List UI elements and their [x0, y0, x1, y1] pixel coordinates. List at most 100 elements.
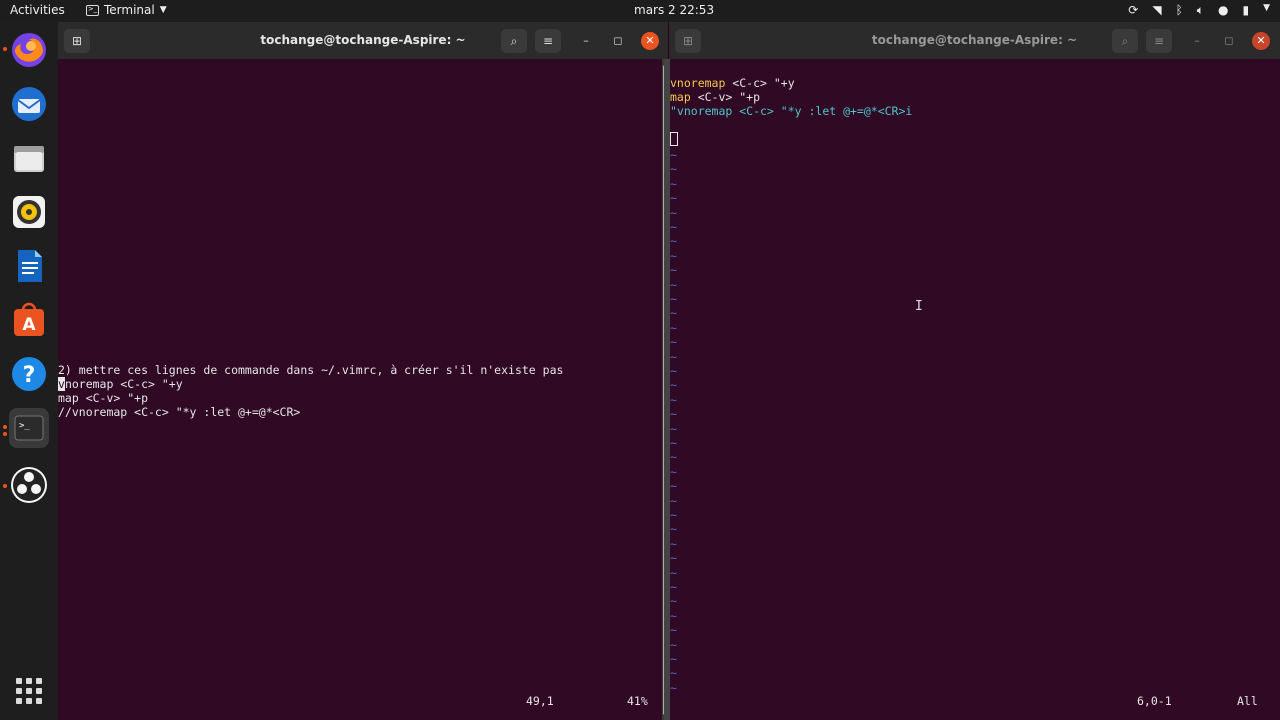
text-line: //vnoremap <C-c> "*y :let @+=@*<CR>: [58, 405, 301, 419]
tilde-marker: ~: [670, 191, 677, 206]
activities-button[interactable]: Activities: [10, 3, 65, 17]
tilde-marker: ~: [670, 292, 677, 306]
software-center-icon[interactable]: A: [9, 300, 49, 340]
hamburger-menu-icon[interactable]: ≡: [1146, 29, 1172, 53]
terminal-content[interactable]: 2) mettre ces lignes de commande dans ~/…: [58, 59, 668, 720]
tilde-marker: ~: [670, 234, 677, 249]
tilde-marker: ~: [670, 565, 677, 580]
text-line: vnoremap <C-c> "+y: [58, 377, 183, 391]
libreoffice-writer-icon[interactable]: [9, 246, 49, 286]
search-icon[interactable]: ⌕: [501, 29, 527, 53]
tilde-marker: ~: [670, 335, 677, 350]
tilde-marker: ~: [670, 364, 677, 378]
firefox-icon[interactable]: [9, 30, 49, 70]
tilde-marker: ~: [670, 666, 677, 681]
svg-text:>_: >_: [19, 421, 30, 431]
tilde-marker: ~: [670, 220, 677, 234]
window-titlebar[interactable]: ⊞ tochange@tochange-Aspire: ~ ⌕ ≡ – ◻ ✕: [669, 22, 1280, 59]
tilde-marker: ~: [670, 407, 677, 422]
maximize-icon[interactable]: ◻: [609, 32, 627, 50]
system-tray[interactable]: ⟳ ◥ ᛒ 🔈︎ ● ▮ ▼: [1128, 3, 1270, 18]
wifi-icon[interactable]: ◥: [1152, 3, 1161, 18]
tilde-marker: ~: [670, 493, 677, 508]
tilde-marker: ~: [670, 608, 677, 623]
tilde-marker: ~: [670, 623, 677, 638]
bluetooth-icon[interactable]: ᛒ: [1176, 3, 1183, 18]
tilde-marker: ~: [670, 594, 677, 609]
top-bar: Activities >_ Terminal ▼ mars 2 22:53 ⟳ …: [0, 0, 1280, 22]
microphone-icon[interactable]: ●: [1218, 3, 1228, 18]
running-indicator: [3, 432, 7, 436]
tilde-marker: ~: [670, 551, 677, 566]
vimrc-line: vnoremap <C-c> "+y: [670, 76, 795, 90]
show-applications-icon[interactable]: [16, 678, 42, 704]
clock[interactable]: mars 2 22:53: [634, 3, 714, 17]
tilde-marker: ~: [670, 508, 677, 522]
tilde-marker: ~: [670, 392, 677, 407]
text-cursor: [670, 132, 678, 146]
tilde-marker: ~: [670, 522, 677, 537]
tilde-marker: ~: [670, 479, 677, 494]
vim-cursor-position: 6,0-1: [1137, 694, 1172, 708]
tilde-marker: ~: [670, 421, 677, 436]
tilde-marker: ~: [670, 637, 677, 652]
tilde-marker: ~: [670, 652, 677, 666]
tilde-marker: ~: [670, 205, 677, 220]
running-indicator: [3, 47, 7, 51]
tilde-marker: ~: [670, 536, 677, 551]
tilde-marker: ~: [670, 464, 677, 479]
tilde-marker: ~: [670, 306, 677, 321]
app-menu-label: Terminal: [104, 3, 155, 17]
running-indicator: [3, 484, 7, 488]
thunderbird-icon[interactable]: [9, 84, 49, 124]
chevron-down-icon: ▼: [159, 5, 167, 15]
obs-icon[interactable]: [9, 465, 49, 505]
minimize-icon[interactable]: –: [577, 32, 595, 50]
tilde-marker: ~: [670, 680, 677, 695]
tilde-marker: ~: [670, 148, 677, 162]
search-icon[interactable]: ⌕: [1112, 29, 1138, 53]
terminal-window-left[interactable]: ⊞ tochange@tochange-Aspire: ~ ⌕ ≡ – ◻ ✕ …: [58, 22, 668, 720]
tilde-marker: ~: [670, 176, 677, 191]
text-line: map <C-v> "+p: [58, 391, 149, 405]
text-cursor: v: [58, 377, 65, 391]
vim-cursor-position: 49,1: [526, 694, 554, 708]
text-line: 2) mettre ces lignes de commande dans ~/…: [58, 363, 564, 377]
files-icon[interactable]: [9, 138, 49, 178]
tilde-marker: ~: [670, 162, 677, 177]
tilde-marker: ~: [670, 450, 677, 465]
tilde-marker: ~: [670, 277, 677, 292]
app-menu[interactable]: >_ Terminal ▼: [86, 3, 167, 17]
window-titlebar[interactable]: ⊞ tochange@tochange-Aspire: ~ ⌕ ≡ – ◻ ✕: [58, 22, 668, 59]
terminal-icon[interactable]: >_: [9, 408, 49, 448]
power-menu-chevron-icon[interactable]: ▼: [1263, 3, 1270, 18]
tilde-marker: ~: [670, 580, 677, 594]
terminal-content[interactable]: vnoremap <C-c> "+y map <C-v> "+p "vnorem…: [669, 59, 1280, 720]
tilde-marker: ~: [670, 378, 677, 393]
svg-text:A: A: [22, 315, 36, 335]
tilde-marker: ~: [670, 436, 677, 450]
tilde-marker: ~: [670, 349, 677, 364]
vim-scroll-percent: 41%: [627, 694, 648, 708]
maximize-icon[interactable]: ◻: [1220, 32, 1238, 50]
mouse-ibeam-cursor: I: [915, 299, 923, 314]
pane-divider[interactable]: [664, 59, 670, 720]
vimrc-comment-line: "vnoremap <C-c> "*y :let @+=@*<CR>i: [670, 104, 913, 118]
volume-icon[interactable]: 🔈︎: [1197, 3, 1204, 18]
close-icon[interactable]: ✕: [641, 32, 659, 50]
tilde-marker: ~: [670, 263, 677, 278]
minimize-icon[interactable]: –: [1188, 32, 1206, 50]
terminal-window-right[interactable]: ⊞ tochange@tochange-Aspire: ~ ⌕ ≡ – ◻ ✕ …: [664, 22, 1280, 720]
close-icon[interactable]: ✕: [1252, 32, 1270, 50]
hamburger-menu-icon[interactable]: ≡: [535, 29, 561, 53]
tilde-marker: ~: [670, 248, 677, 263]
running-indicator: [3, 425, 7, 429]
rhythmbox-icon[interactable]: [9, 192, 49, 232]
dock: A ? >_: [0, 22, 58, 720]
svg-text:?: ?: [23, 363, 36, 388]
vim-scroll-percent: All: [1237, 694, 1258, 708]
battery-icon[interactable]: ▮: [1242, 3, 1249, 18]
help-icon[interactable]: ?: [9, 354, 49, 394]
terminal-small-icon: >_: [86, 4, 99, 16]
update-icon[interactable]: ⟳: [1128, 3, 1138, 18]
